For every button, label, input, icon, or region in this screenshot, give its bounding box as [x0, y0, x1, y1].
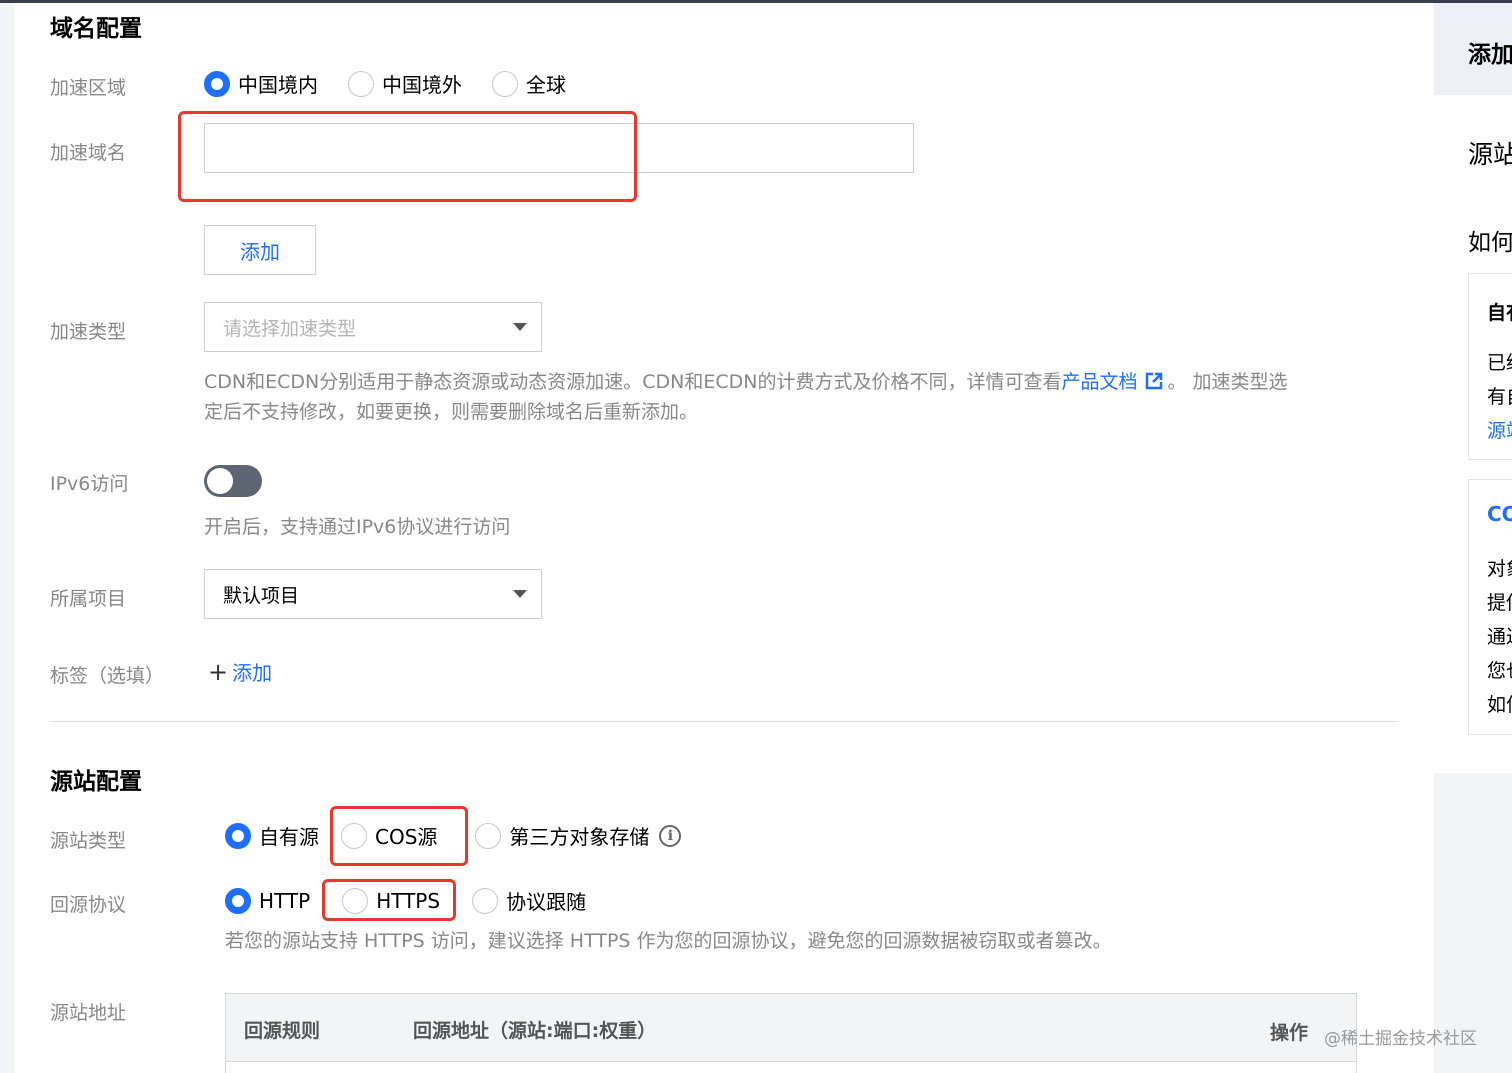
- domain-label: 加速域名: [50, 142, 127, 164]
- protocol-label: 回源协议: [50, 894, 127, 916]
- side-card-cos-origin: CO 对象 提供 通过 您也 如何: [1468, 479, 1512, 735]
- radio-checked-icon: [225, 887, 251, 914]
- region-option-overseas[interactable]: 中国境外: [348, 69, 462, 98]
- ipv6-toggle[interactable]: [204, 465, 262, 497]
- side-card-title: 自有: [1487, 302, 1512, 324]
- chevron-down-icon: [513, 590, 527, 598]
- type-help-text: CDN和ECDN分别适用于静态资源或动态资源加速。CDN和ECDN的计费方式及价…: [204, 367, 1374, 427]
- protocol-option-label: 协议跟随: [506, 890, 587, 914]
- column-header-address: 回源地址（源站:端口:权重）: [413, 1020, 657, 1042]
- radio-unchecked-icon: [492, 70, 518, 97]
- column-header-rule: 回源规则: [244, 1020, 321, 1042]
- side-card-own-origin: 自有 已经 有自 源站: [1468, 273, 1512, 460]
- type-help-suffix: 。 加速类型选: [1167, 371, 1288, 393]
- side-item-origin[interactable]: 源站: [1468, 135, 1512, 171]
- region-option-label: 中国境内: [238, 73, 318, 97]
- side-card-line: 提供: [1487, 592, 1512, 614]
- tags-label: 标签（选填）: [50, 665, 165, 687]
- region-option-label: 中国境外: [382, 73, 462, 97]
- region-label: 加速区域: [50, 77, 127, 99]
- region-option-label: 全球: [526, 73, 566, 97]
- product-docs-link[interactable]: 产品文档: [1061, 371, 1137, 393]
- side-card-line: 有自: [1487, 386, 1512, 408]
- add-tag-link[interactable]: + 添加: [208, 657, 272, 686]
- protocol-help-text: 若您的源站支持 HTTPS 访问，建议选择 HTTPS 作为您的回源协议，避免您…: [225, 930, 1112, 952]
- side-panel-header: 添加: [1434, 3, 1512, 95]
- type-label: 加速类型: [50, 321, 127, 343]
- side-help-panel: 添加 源站 如何 自有 已经 有自 源站 CO 对象 提供 通过 您也 如何: [1434, 3, 1512, 773]
- add-domain-button[interactable]: 添加: [204, 225, 316, 275]
- domain-config-title: 域名配置: [50, 16, 142, 42]
- origin-type-own[interactable]: 自有源: [225, 821, 319, 850]
- origin-address-table: 回源规则 回源地址（源站:端口:权重） 操作: [225, 993, 1357, 1073]
- highlight-box-domain: [178, 111, 637, 202]
- plus-icon: +: [208, 657, 229, 686]
- toggle-knob: [207, 468, 233, 494]
- side-card-line: 通过: [1487, 626, 1512, 648]
- add-tag-label: 添加: [232, 661, 273, 685]
- protocol-http[interactable]: HTTP: [225, 887, 311, 914]
- table-header: 回源规则 回源地址（源站:端口:权重） 操作: [226, 994, 1356, 1062]
- radio-unchecked-icon: [472, 887, 499, 914]
- form-panel: 域名配置 加速区域 中国境内 中国境外 全球 加速域名 添加 加速类型 请选择加…: [14, 3, 1434, 1073]
- project-select-value: 默认项目: [223, 584, 300, 607]
- side-card-line: 如何: [1487, 694, 1512, 716]
- info-icon[interactable]: i: [659, 824, 682, 847]
- region-option-china[interactable]: 中国境内: [204, 69, 318, 98]
- side-card-line: 已经: [1487, 352, 1512, 374]
- side-panel-title: 添加: [1468, 42, 1512, 68]
- project-label: 所属项目: [50, 588, 127, 610]
- chevron-down-icon: [513, 323, 527, 331]
- highlight-box-https: [322, 879, 456, 921]
- region-radio-group: 中国境内 中国境外 全球: [204, 69, 566, 98]
- external-link-icon[interactable]: [1145, 369, 1163, 390]
- side-item-howto[interactable]: 如何: [1468, 223, 1512, 257]
- type-help-prefix: CDN和ECDN分别适用于静态资源或动态资源加速。CDN和ECDN的计费方式及价…: [204, 371, 1062, 393]
- type-select[interactable]: 请选择加速类型: [204, 302, 542, 352]
- protocol-follow[interactable]: 协议跟随: [472, 886, 586, 915]
- protocol-option-label: HTTP: [259, 888, 311, 913]
- watermark-text: @稀土掘金技术社区: [1324, 1029, 1477, 1049]
- origin-type-option-label: 第三方对象存储: [509, 825, 650, 849]
- side-card-title: CO: [1487, 502, 1512, 526]
- origin-address-label: 源站地址: [50, 1002, 127, 1024]
- origin-type-label: 源站类型: [50, 830, 127, 852]
- origin-config-title: 源站配置: [50, 769, 142, 795]
- column-header-actions: 操作: [1270, 1022, 1309, 1044]
- side-card-link[interactable]: 源站: [1487, 416, 1512, 443]
- highlight-box-cos: [330, 806, 468, 866]
- section-divider: [50, 721, 1398, 722]
- radio-unchecked-icon: [348, 70, 374, 97]
- type-select-placeholder: 请选择加速类型: [223, 317, 357, 340]
- origin-type-third-party[interactable]: 第三方对象存储 i: [475, 821, 682, 850]
- side-card-line: 对象: [1487, 558, 1512, 580]
- ipv6-help-text: 开启后，支持通过IPv6协议进行访问: [204, 516, 511, 538]
- origin-type-option-label: 自有源: [259, 825, 319, 849]
- radio-checked-icon: [204, 70, 230, 97]
- region-option-global[interactable]: 全球: [492, 69, 566, 98]
- ipv6-label: IPv6访问: [50, 473, 129, 495]
- radio-unchecked-icon: [475, 822, 502, 849]
- type-help-line2: 定后不支持修改，如要更换，则需要删除域名后重新添加。: [204, 401, 699, 423]
- radio-checked-icon: [225, 822, 251, 849]
- project-select[interactable]: 默认项目: [204, 569, 542, 619]
- side-card-line: 您也: [1487, 660, 1512, 682]
